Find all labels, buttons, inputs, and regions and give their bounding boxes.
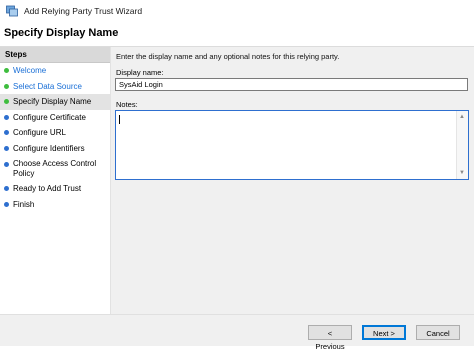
step-status-dot-icon [4, 145, 9, 151]
step-status-dot-icon [4, 99, 9, 105]
step-label: Finish [13, 199, 35, 209]
wizard-footer: < Previous Next > Cancel [0, 314, 474, 351]
step-item: Ready to Add Trust [0, 181, 110, 197]
step-status-dot-icon [4, 68, 9, 74]
page-title: Specify Display Name [4, 27, 119, 39]
step-item: Welcome [0, 63, 110, 79]
step-item: Finish [0, 197, 110, 213]
steps-panel: Steps Welcome Select Data Source Specify D… [0, 47, 111, 314]
wizard-header: Specify Display Name [0, 22, 474, 47]
step-label: Configure Certificate [13, 112, 86, 122]
step-status-dot-icon [4, 201, 9, 207]
steps-list: Welcome Select Data Source Specify Display… [0, 63, 110, 212]
previous-button[interactable]: < Previous [308, 325, 352, 351]
text-caret [119, 115, 120, 124]
step-label: Choose Access Control Policy [13, 159, 97, 178]
notes-label: Notes: [116, 100, 138, 109]
main-panel: Enter the display name and any optional … [111, 47, 474, 314]
step-item: Specify Display Name [0, 94, 110, 110]
display-name-label: Display name: [116, 68, 164, 77]
step-status-dot-icon [4, 186, 9, 192]
step-status-dot-icon [4, 130, 9, 136]
display-name-input[interactable] [115, 78, 468, 91]
step-item: Configure Identifiers [0, 141, 110, 157]
step-item: Configure Certificate [0, 110, 110, 126]
wizard-app-icon [6, 5, 18, 17]
notes-textarea[interactable]: ▲ ▼ [115, 110, 469, 180]
step-label: Welcome [13, 66, 47, 75]
title-bar: Add Relying Party Trust Wizard [0, 0, 474, 22]
step-status-dot-icon [4, 114, 9, 120]
step-item: Select Data Source [0, 79, 110, 95]
step-label: Specify Display Name [13, 97, 92, 106]
step-label: Ready to Add Trust [13, 184, 82, 193]
step-item: Choose Access Control Policy [0, 156, 110, 181]
step-status-dot-icon [4, 161, 9, 167]
notes-scrollbar[interactable]: ▲ ▼ [456, 111, 468, 179]
steps-title: Steps [0, 47, 110, 63]
step-item: Configure URL [0, 125, 110, 141]
intro-text: Enter the display name and any optional … [116, 52, 340, 61]
step-label: Select Data Source [13, 81, 82, 91]
next-button[interactable]: Next > [362, 325, 406, 340]
step-label: Configure URL [13, 128, 66, 137]
window-title: Add Relying Party Trust Wizard [24, 6, 143, 16]
scroll-up-icon[interactable]: ▲ [459, 114, 465, 120]
scroll-down-icon[interactable]: ▼ [459, 170, 465, 176]
cancel-button[interactable]: Cancel [416, 325, 460, 340]
step-status-dot-icon [4, 83, 9, 89]
step-label: Configure Identifiers [13, 143, 85, 153]
